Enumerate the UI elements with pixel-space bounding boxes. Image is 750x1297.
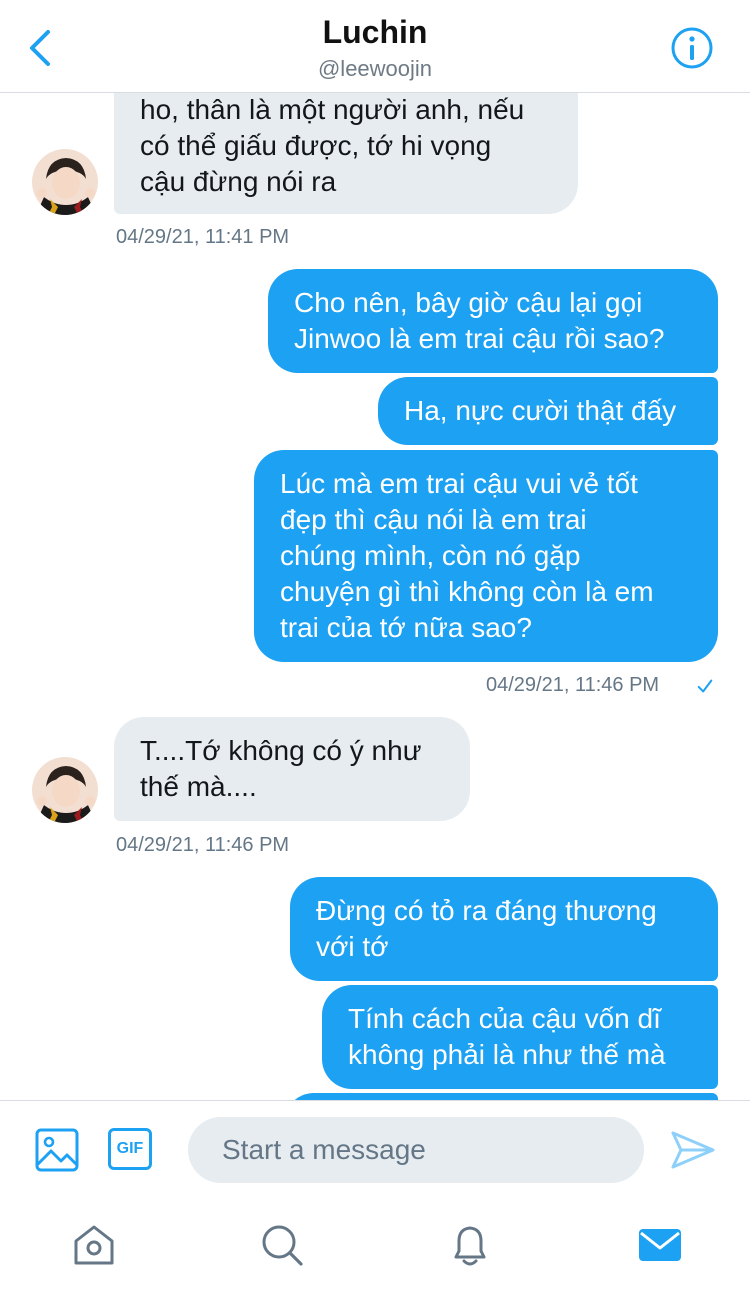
message-timestamp: 04/29/21, 11:41 PM (116, 226, 290, 248)
message-list[interactable]: ho, thân là một người anh, nếu có thể gi… (0, 92, 750, 1100)
info-icon[interactable] (670, 26, 714, 70)
message-line: cậu đừng nói ra (140, 166, 337, 197)
checkmark-icon (697, 679, 713, 693)
message-input-placeholder: Start a message (222, 1134, 426, 1165)
outgoing-message[interactable] (284, 1093, 718, 1100)
message-line: với tớ (316, 931, 389, 962)
incoming-message[interactable]: T....Tớ không có ý như thế mà.... (114, 717, 470, 821)
message-line: chuyện gì thì không còn là em (280, 576, 654, 607)
conversation-header: Luchin @leewoojin (0, 0, 750, 93)
message-line: Lúc mà em trai cậu vui vẻ tốt (280, 468, 638, 499)
messages-envelope-icon[interactable] (636, 1221, 684, 1269)
avatar[interactable] (32, 757, 98, 823)
search-icon[interactable] (258, 1221, 306, 1269)
outgoing-message[interactable]: Ha, nực cười thật đấy (378, 377, 718, 445)
message-line: không phải là như thế mà (348, 1039, 666, 1070)
gif-label: GIF (116, 1140, 144, 1157)
message-line: thế mà.... (140, 771, 257, 802)
message-line: Cho nên, bây giờ cậu lại gọi (294, 287, 643, 318)
outgoing-message[interactable]: Tính cách của cậu vốn dĩ không phải là n… (322, 985, 718, 1089)
message-composer: GIF Start a message (0, 1100, 750, 1198)
image-icon[interactable] (34, 1127, 80, 1173)
message-line: Ha, nực cười thật đấy (404, 395, 677, 426)
avatar[interactable] (32, 149, 98, 215)
message-line: Tính cách của cậu vốn dĩ (348, 1003, 661, 1034)
conversation-title: Luchin (322, 14, 428, 50)
message-timestamp: 04/29/21, 11:46 PM (116, 834, 290, 856)
message-line: Jinwoo là em trai cậu rồi sao? (294, 323, 665, 354)
send-icon[interactable] (670, 1129, 716, 1171)
outgoing-message[interactable]: Đừng có tỏ ra đáng thương với tớ (290, 877, 718, 981)
incoming-message[interactable]: ho, thân là một người anh, nếu có thể gi… (114, 92, 578, 214)
message-timestamp: 04/29/21, 11:46 PM (486, 674, 660, 696)
message-line: chúng mình, còn nó gặp (280, 540, 581, 571)
message-line: T....Tớ không có ý như (140, 735, 422, 766)
message-line: trai của tớ nữa sao? (280, 612, 532, 643)
home-icon[interactable] (70, 1221, 118, 1269)
outgoing-message[interactable]: Lúc mà em trai cậu vui vẻ tốt đẹp thì cậ… (254, 450, 718, 662)
gif-button[interactable]: GIF (108, 1128, 152, 1170)
message-line: có thể giấu được, tớ hi vọng (140, 130, 492, 161)
outgoing-message[interactable]: Cho nên, bây giờ cậu lại gọi Jinwoo là e… (268, 269, 718, 373)
message-line: ho, thân là một người anh, nếu (140, 94, 525, 125)
bottom-tab-bar (0, 1197, 750, 1297)
notifications-bell-icon[interactable] (446, 1221, 494, 1269)
conversation-handle: @leewoojin (317, 56, 433, 81)
message-input[interactable]: Start a message (188, 1117, 644, 1183)
message-line: đẹp thì cậu nói là em trai (280, 504, 587, 535)
message-line: Đừng có tỏ ra đáng thương (316, 895, 657, 926)
